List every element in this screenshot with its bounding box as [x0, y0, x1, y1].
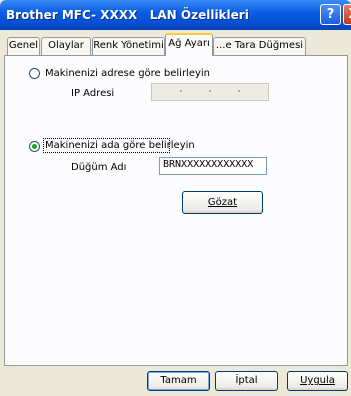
ip-separator: [180, 90, 182, 92]
ok-button-label: Tamam: [160, 375, 197, 386]
address-option-label[interactable]: Makinenizi adrese göre belirleyin: [45, 68, 210, 79]
tab-olaylar[interactable]: Olaylar: [41, 37, 91, 55]
node-name-field[interactable]: BRNXXXXXXXXXXXX: [159, 157, 267, 175]
apply-button[interactable]: Uygula: [287, 371, 348, 391]
node-name-label: Düğüm Adı: [71, 162, 127, 173]
cancel-button[interactable]: İptal: [215, 371, 278, 391]
title-bar: Brother MFC- XXXX LAN Özellikleri ? X: [0, 0, 351, 30]
radio-selected-dot: [32, 144, 37, 149]
apply-button-label: Uygula: [300, 375, 335, 386]
ip-separator: [238, 90, 240, 92]
ip-separator: [209, 90, 211, 92]
window-title: Brother MFC- XXXX LAN Özellikleri: [6, 8, 249, 22]
cancel-button-label: İptal: [235, 375, 258, 386]
ip-address-label: IP Adresi: [71, 88, 115, 99]
address-radio[interactable]: [29, 68, 40, 79]
tab-tara-dugmesi[interactable]: ...e Tara Düğmesi: [213, 37, 306, 55]
help-button[interactable]: ?: [320, 4, 341, 25]
network-settings-panel: Makinenizi adrese göre belirleyin IP Adr…: [4, 55, 348, 366]
close-button[interactable]: X: [343, 4, 351, 25]
browse-button-label: Gözat: [207, 197, 238, 208]
tab-renk-yonetimi[interactable]: Renk Yönetimi: [92, 37, 165, 55]
help-icon: ?: [326, 7, 335, 22]
browse-button[interactable]: Gözat: [182, 191, 263, 214]
ip-address-field: [151, 83, 269, 101]
ok-button[interactable]: Tamam: [147, 371, 210, 391]
tab-genel[interactable]: Genel: [7, 37, 40, 55]
name-option-label[interactable]: Makinenizi ada göre belirleyin: [45, 140, 195, 151]
tab-ag-ayari[interactable]: Ağ Ayarı: [165, 33, 213, 56]
name-radio[interactable]: [29, 141, 40, 152]
